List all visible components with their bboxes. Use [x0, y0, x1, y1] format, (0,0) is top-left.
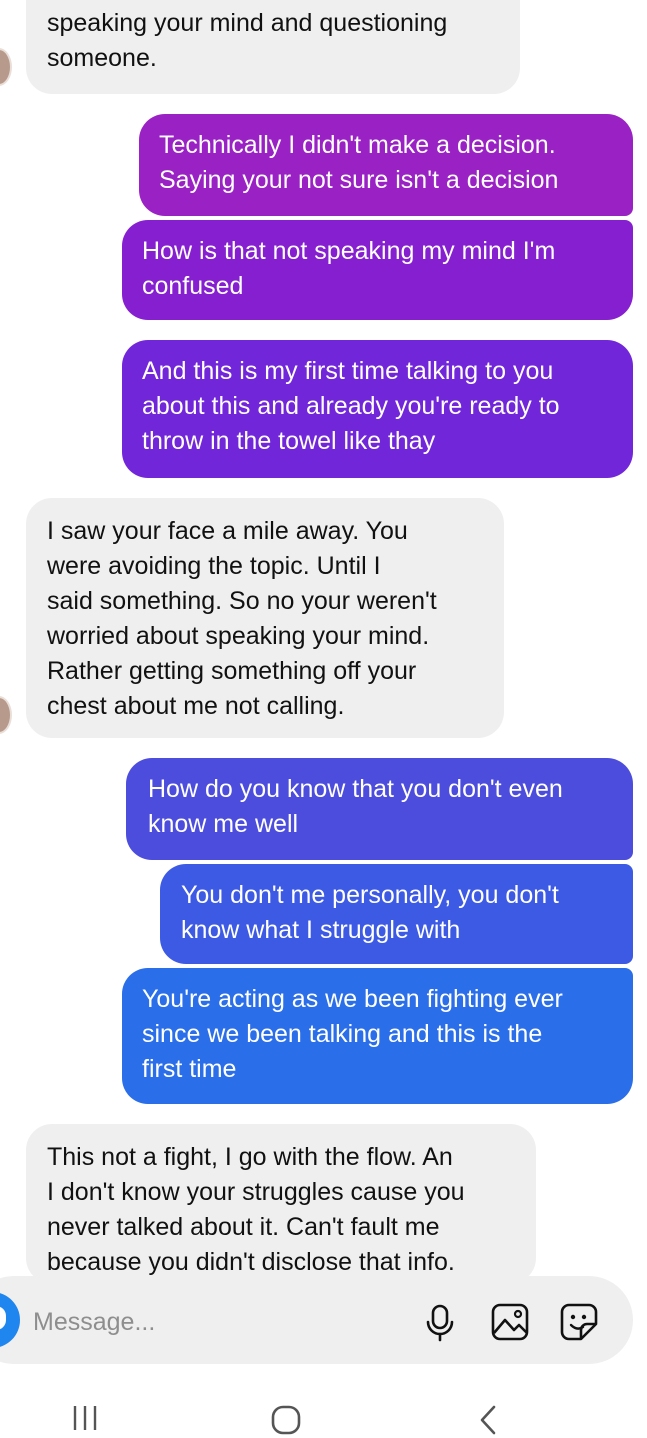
home-icon[interactable] [268, 1402, 304, 1438]
message-line: were avoiding the topic. Until I [47, 552, 381, 580]
message-line: first time [142, 1055, 237, 1083]
message-line: because you didn't disclose that info. [47, 1248, 455, 1276]
message-line: This not a fight, I go with the flow. An [47, 1143, 453, 1171]
message-line: confused [142, 272, 244, 300]
avatar[interactable] [0, 48, 12, 86]
message-line: said something. So no your weren't [47, 587, 437, 615]
message-line: know what I struggle with [181, 916, 461, 944]
message-line: speaking your mind and questioning [47, 9, 448, 37]
sent-message[interactable]: You're acting as we been fighting ever s… [122, 968, 633, 1104]
message-line: about this and already you're ready to [142, 392, 560, 420]
avatar[interactable] [0, 696, 12, 734]
message-line: Rather getting something off your [47, 657, 417, 685]
message-line: Technically I didn't make a decision. [159, 131, 556, 159]
sent-message[interactable]: How is that not speaking my mind I'm con… [122, 220, 633, 320]
message-line: know me well [148, 810, 299, 838]
message-line: I don't know your struggles cause you [47, 1178, 465, 1206]
message-line: I saw your face a mile away. You [47, 517, 408, 545]
message-line: throw in the towel like thay [142, 427, 436, 455]
message-line: You're acting as we been fighting ever [142, 985, 563, 1013]
message-line: Saying your not sure isn't a decision [159, 166, 559, 194]
message-line: And this is my first time talking to you [142, 357, 554, 385]
message-line: since we been talking and this is the [142, 1020, 543, 1048]
sent-message[interactable]: And this is my first time talking to you… [122, 340, 633, 478]
sent-message[interactable]: You don't me personally, you don't know … [160, 864, 633, 964]
message-line: worried about speaking your mind. [47, 622, 430, 650]
received-message[interactable]: speaking your mind and questioning someo… [26, 0, 520, 94]
message-line: never talked about it. Can't fault me [47, 1213, 440, 1241]
message-line: You don't me personally, you don't [181, 881, 559, 909]
message-input[interactable]: Message... [33, 1305, 155, 1339]
sticker-icon[interactable] [557, 1300, 601, 1344]
sent-message[interactable]: Technically I didn't make a decision. Sa… [139, 114, 633, 216]
back-icon[interactable] [474, 1402, 504, 1438]
message-line: How do you know that you don't even [148, 775, 563, 803]
message-line: How is that not speaking my mind I'm [142, 237, 556, 265]
sent-message[interactable]: How do you know that you don't even know… [126, 758, 633, 860]
received-message[interactable]: This not a fight, I go with the flow. An… [26, 1124, 536, 1284]
received-message[interactable]: I saw your face a mile away. You were av… [26, 498, 504, 738]
recent-apps-icon[interactable] [70, 1402, 100, 1434]
microphone-icon[interactable] [418, 1300, 462, 1344]
gallery-icon[interactable] [488, 1300, 532, 1344]
message-line: chest about me not calling. [47, 692, 345, 720]
message-line: someone. [47, 44, 157, 72]
